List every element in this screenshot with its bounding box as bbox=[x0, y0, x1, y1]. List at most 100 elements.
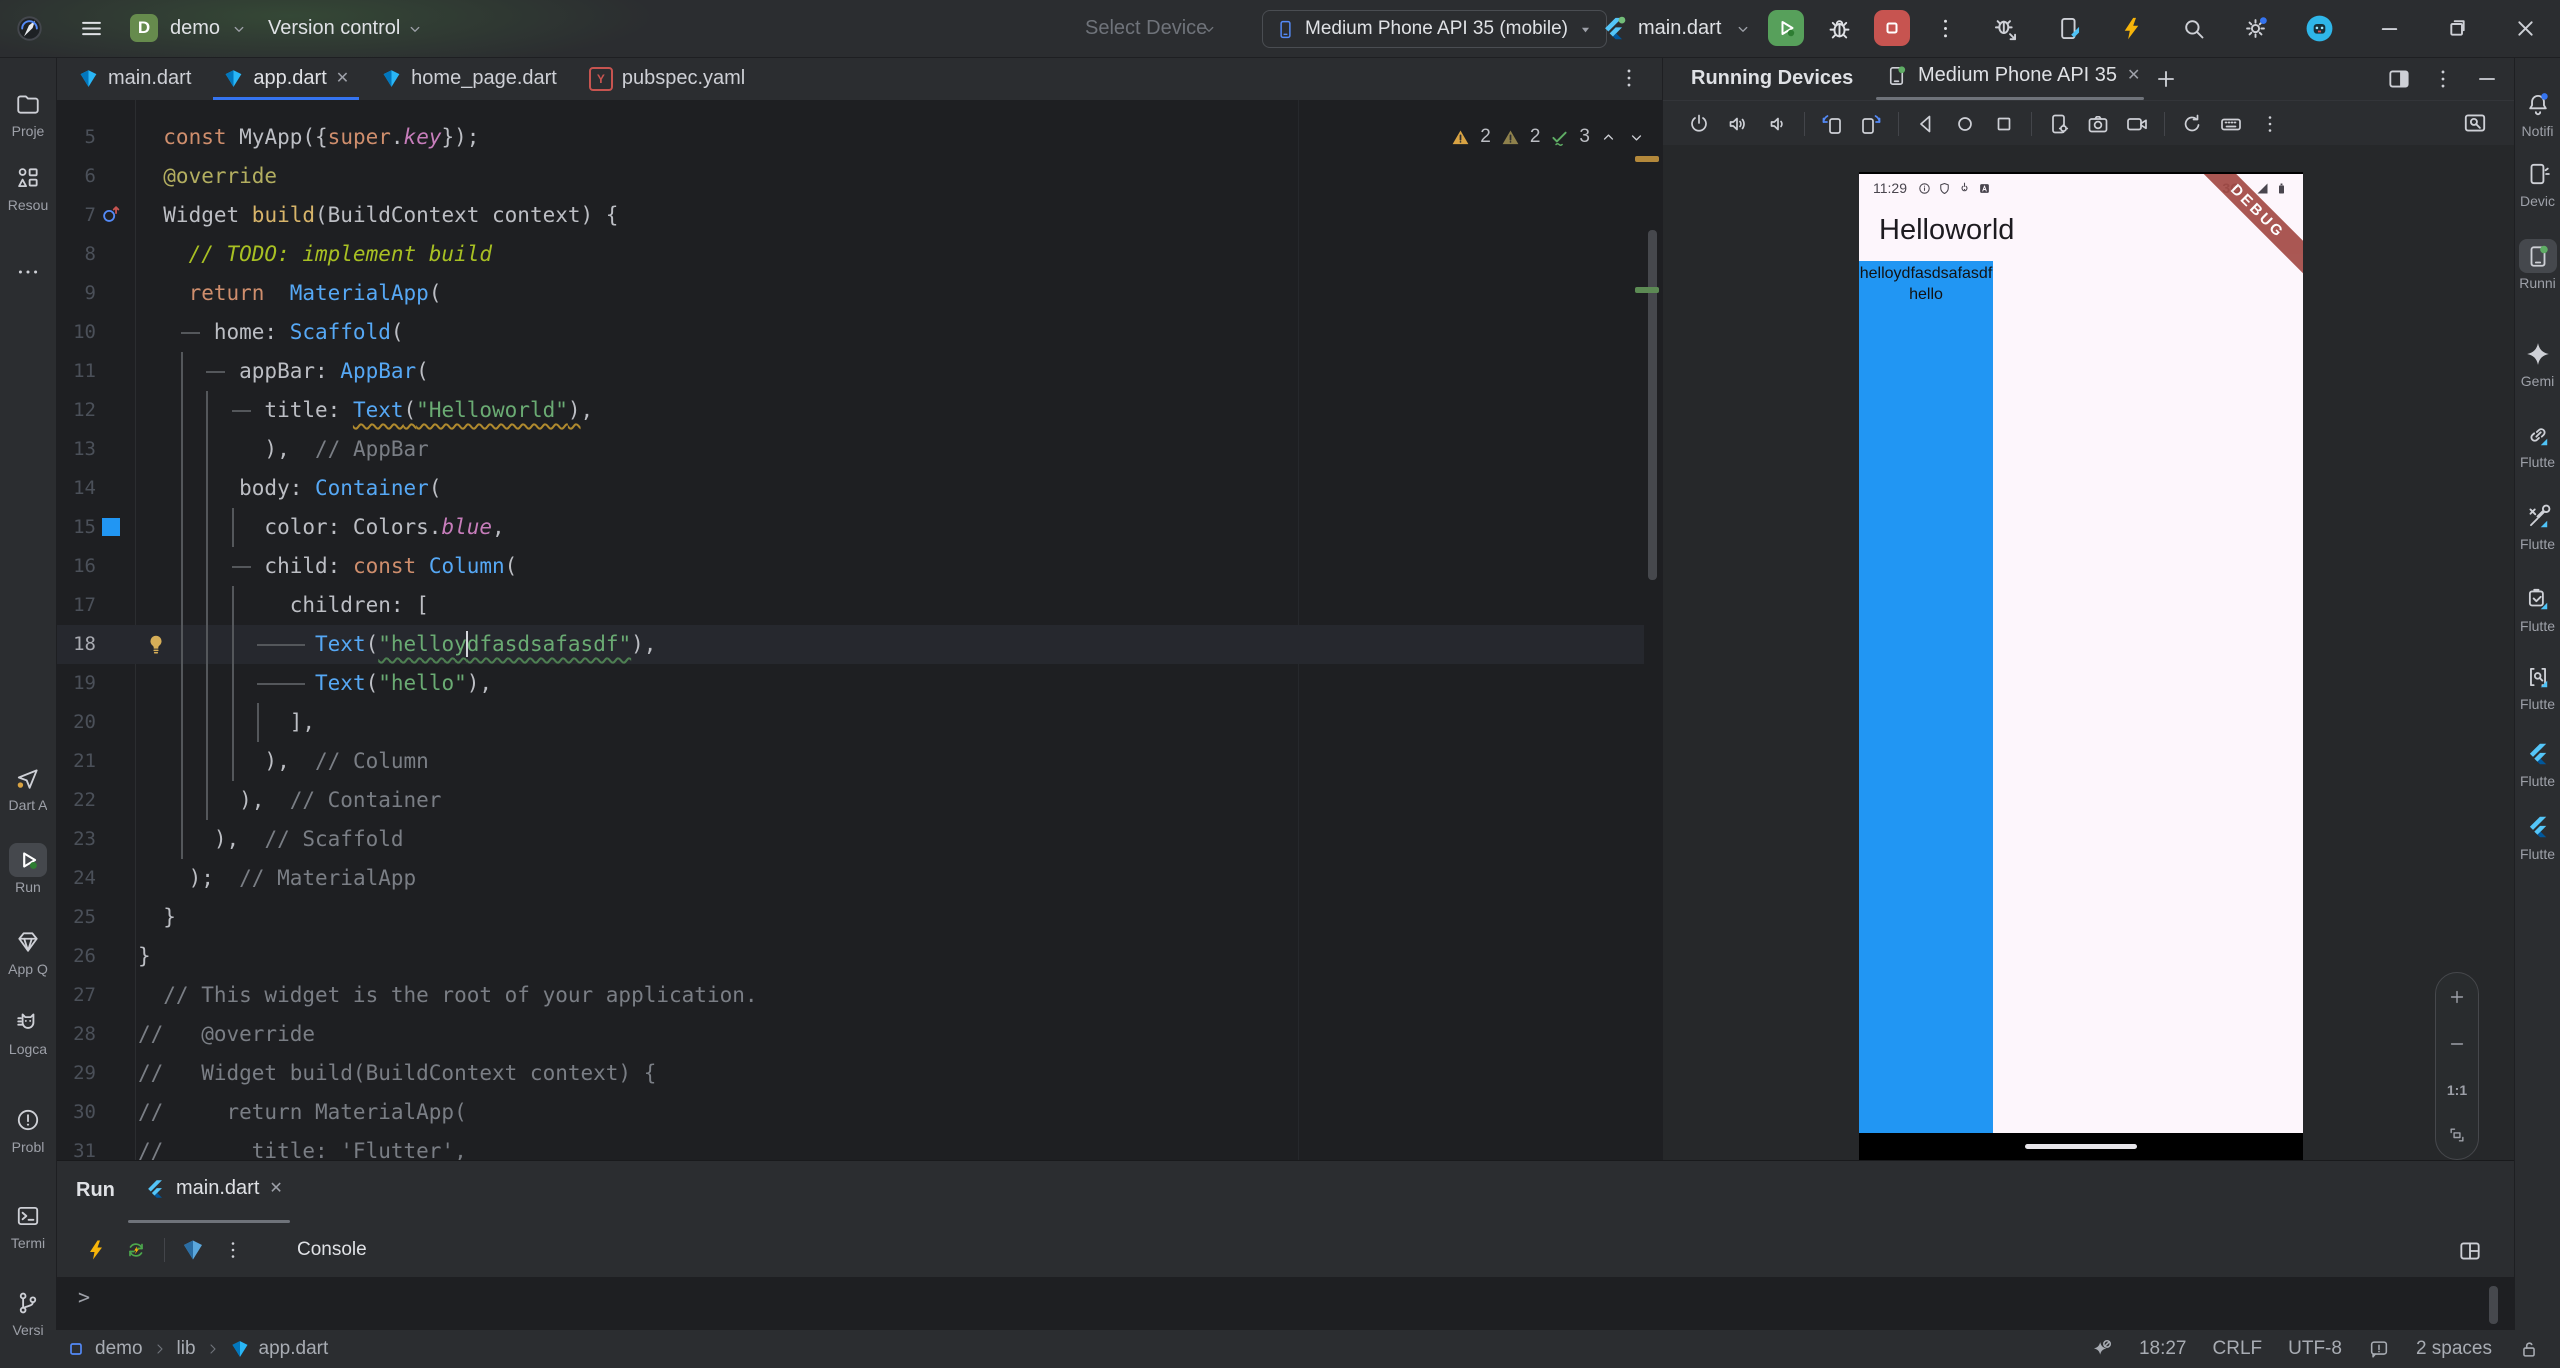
code-line-17[interactable]: 17 children: [ bbox=[56, 586, 1644, 625]
flutter-attach-button[interactable] bbox=[2056, 15, 2083, 42]
device-restart-button[interactable] bbox=[2180, 112, 2204, 136]
breadcrumb[interactable]: demo lib app.dart bbox=[0, 1338, 328, 1360]
device-rotate-left-button[interactable] bbox=[1820, 112, 1844, 136]
overrides-method-gutter-icon[interactable] bbox=[100, 204, 122, 226]
code-line-20[interactable]: 20 ], bbox=[56, 703, 1644, 742]
console-output[interactable]: > bbox=[56, 1277, 2515, 1331]
code-line-7[interactable]: 7 Widget build(BuildContext context) { bbox=[56, 196, 1644, 235]
code-line-22[interactable]: 22 ), // Container bbox=[56, 781, 1644, 820]
tool-window-runni[interactable]: Runni bbox=[2515, 239, 2560, 291]
code-line-10[interactable]: 10 home: Scaffold( bbox=[56, 313, 1644, 352]
code-line-18[interactable]: 18 Text("helloydfasdsafasdf"), bbox=[56, 625, 1644, 664]
editor-tab-main.dart[interactable]: main.dart bbox=[62, 57, 207, 100]
hot-restart-button[interactable] bbox=[124, 1238, 148, 1262]
hide-panel-button[interactable] bbox=[2474, 66, 2500, 92]
code-line-28[interactable]: 28 // @override bbox=[56, 1015, 1644, 1054]
indent-setting[interactable]: 2 spaces bbox=[2416, 1338, 2492, 1360]
minimize-window-button[interactable] bbox=[2376, 15, 2403, 42]
tool-window-run[interactable]: Run bbox=[0, 843, 56, 895]
code-line-11[interactable]: 11 appBar: AppBar( bbox=[56, 352, 1644, 391]
tool-window-more[interactable] bbox=[0, 255, 56, 289]
zoom-out-button[interactable] bbox=[2447, 1034, 2467, 1054]
code-editor[interactable]: 5 const MyApp({super.key}); 6 @override 7 … bbox=[56, 100, 1662, 1160]
code-line-8[interactable]: 8 // TODO: implement build bbox=[56, 235, 1644, 274]
editor-tab-home_page.dart[interactable]: home_page.dart bbox=[365, 57, 573, 100]
editor-tab-app.dart[interactable]: app.dart ✕ bbox=[207, 57, 365, 100]
emulator-nav-bar[interactable] bbox=[1859, 1133, 2303, 1160]
tool-window-flutte[interactable]: Flutte bbox=[2515, 660, 2560, 712]
device-recents-button[interactable] bbox=[1992, 112, 2016, 136]
write-access-icon[interactable] bbox=[2518, 1338, 2540, 1360]
code-line-15[interactable]: 15 color: Colors.blue, bbox=[56, 508, 1644, 547]
device-back-button[interactable] bbox=[1914, 112, 1938, 136]
run-config-selector[interactable]: main.dart bbox=[1638, 17, 1721, 40]
search-everywhere-button[interactable] bbox=[2180, 15, 2207, 42]
add-device-button[interactable] bbox=[2153, 66, 2179, 92]
code-line-9[interactable]: 9 return MaterialApp( bbox=[56, 274, 1644, 313]
warning-stripe-mark[interactable] bbox=[1635, 156, 1659, 162]
code-line-26[interactable]: 26} bbox=[56, 937, 1644, 976]
device-rotate-right-button[interactable] bbox=[1859, 112, 1883, 136]
panel-options-button[interactable] bbox=[2430, 66, 2456, 92]
select-device-dropdown[interactable]: Select Device bbox=[1085, 17, 1207, 40]
panel-layout-button[interactable] bbox=[2386, 66, 2412, 92]
main-menu-button[interactable] bbox=[78, 15, 105, 42]
file-encoding[interactable]: UTF-8 bbox=[2288, 1338, 2342, 1360]
device-tab[interactable]: Medium Phone API 35 ✕ bbox=[1885, 64, 2140, 87]
code-line-13[interactable]: 13 ), // AppBar bbox=[56, 430, 1644, 469]
device-phone-settings-button[interactable] bbox=[2047, 112, 2071, 136]
code-line-19[interactable]: 19 Text("hello"), bbox=[56, 664, 1644, 703]
code-line-24[interactable]: 24 ); // MaterialApp bbox=[56, 859, 1644, 898]
code-line-14[interactable]: 14 body: Container( bbox=[56, 469, 1644, 508]
tool-window-flutte[interactable]: Flutte bbox=[2515, 500, 2560, 552]
console-tab[interactable]: Console bbox=[297, 1239, 367, 1261]
close-window-button[interactable] bbox=[2512, 15, 2539, 42]
close-tab-button[interactable]: ✕ bbox=[336, 70, 349, 87]
editor-scrollbar[interactable] bbox=[1648, 230, 1657, 580]
tool-window-logca[interactable]: Logca bbox=[0, 1005, 56, 1057]
code-line-12[interactable]: 12 title: Text("Helloworld"), bbox=[56, 391, 1644, 430]
toolbar-more-button[interactable] bbox=[1932, 15, 1959, 42]
tool-window-termi[interactable]: Termi bbox=[0, 1199, 56, 1251]
code-line-25[interactable]: 25 } bbox=[56, 898, 1644, 937]
zoom-reset-button[interactable]: 1:1 bbox=[2447, 1082, 2467, 1098]
prev-problem-button[interactable] bbox=[1599, 128, 1618, 147]
tool-window-dart-a[interactable]: Dart A bbox=[0, 761, 56, 813]
close-run-tab-button[interactable]: ✕ bbox=[269, 1180, 282, 1197]
tab-options-button[interactable] bbox=[1616, 65, 1642, 91]
tool-window-flutte[interactable]: Flutte bbox=[2515, 418, 2560, 470]
device-kebab-button[interactable] bbox=[2258, 112, 2282, 136]
device-video-button[interactable] bbox=[2125, 112, 2149, 136]
code-line-30[interactable]: 30 // return MaterialApp( bbox=[56, 1093, 1644, 1132]
device-home-button[interactable] bbox=[1953, 112, 1977, 136]
debug-button[interactable] bbox=[1826, 15, 1853, 42]
tool-window-flutte[interactable]: Flutte bbox=[2515, 810, 2560, 862]
screen-search-button[interactable] bbox=[2462, 110, 2488, 136]
console-scrollbar[interactable] bbox=[2489, 1286, 2498, 1324]
attach-debugger-button[interactable] bbox=[1992, 15, 2019, 42]
code-line-6[interactable]: 6 @override bbox=[56, 157, 1644, 196]
settings-button[interactable] bbox=[2242, 15, 2269, 42]
split-console-button[interactable] bbox=[2457, 1238, 2483, 1264]
device-camera-button[interactable] bbox=[2086, 112, 2110, 136]
tool-window-gemi[interactable]: Gemi bbox=[2515, 337, 2560, 389]
hot-reload-button[interactable] bbox=[2118, 15, 2145, 42]
gemini-status-icon[interactable] bbox=[2091, 1338, 2113, 1360]
stop-button[interactable] bbox=[1874, 10, 1910, 46]
device-power-button[interactable] bbox=[1687, 112, 1711, 136]
zoom-fit-button[interactable] bbox=[2447, 1125, 2467, 1145]
device-volume-up-button[interactable] bbox=[1726, 112, 1750, 136]
emulator-screen[interactable]: 11:29 3G Helloworld helloydfasdsafasdf h… bbox=[1859, 172, 2303, 1135]
vcs-widget[interactable]: Version control bbox=[268, 17, 400, 40]
tool-window-proje[interactable]: Proje bbox=[0, 87, 56, 139]
gesture-pill[interactable] bbox=[2025, 1144, 2137, 1149]
project-switcher[interactable]: demo bbox=[170, 17, 220, 40]
device-volume-down-button[interactable] bbox=[1765, 112, 1789, 136]
code-line-27[interactable]: 27 // This widget is the root of your ap… bbox=[56, 976, 1644, 1015]
color-preview-gutter-icon[interactable] bbox=[102, 518, 120, 536]
code-line-29[interactable]: 29 // Widget build(BuildContext context) … bbox=[56, 1054, 1644, 1093]
restore-window-button[interactable] bbox=[2444, 15, 2471, 42]
inspections-widget[interactable]: 2 2 3 bbox=[1450, 126, 1646, 148]
line-ending[interactable]: CRLF bbox=[2213, 1338, 2263, 1360]
code-line-5[interactable]: 5 const MyApp({super.key}); bbox=[56, 118, 1644, 157]
